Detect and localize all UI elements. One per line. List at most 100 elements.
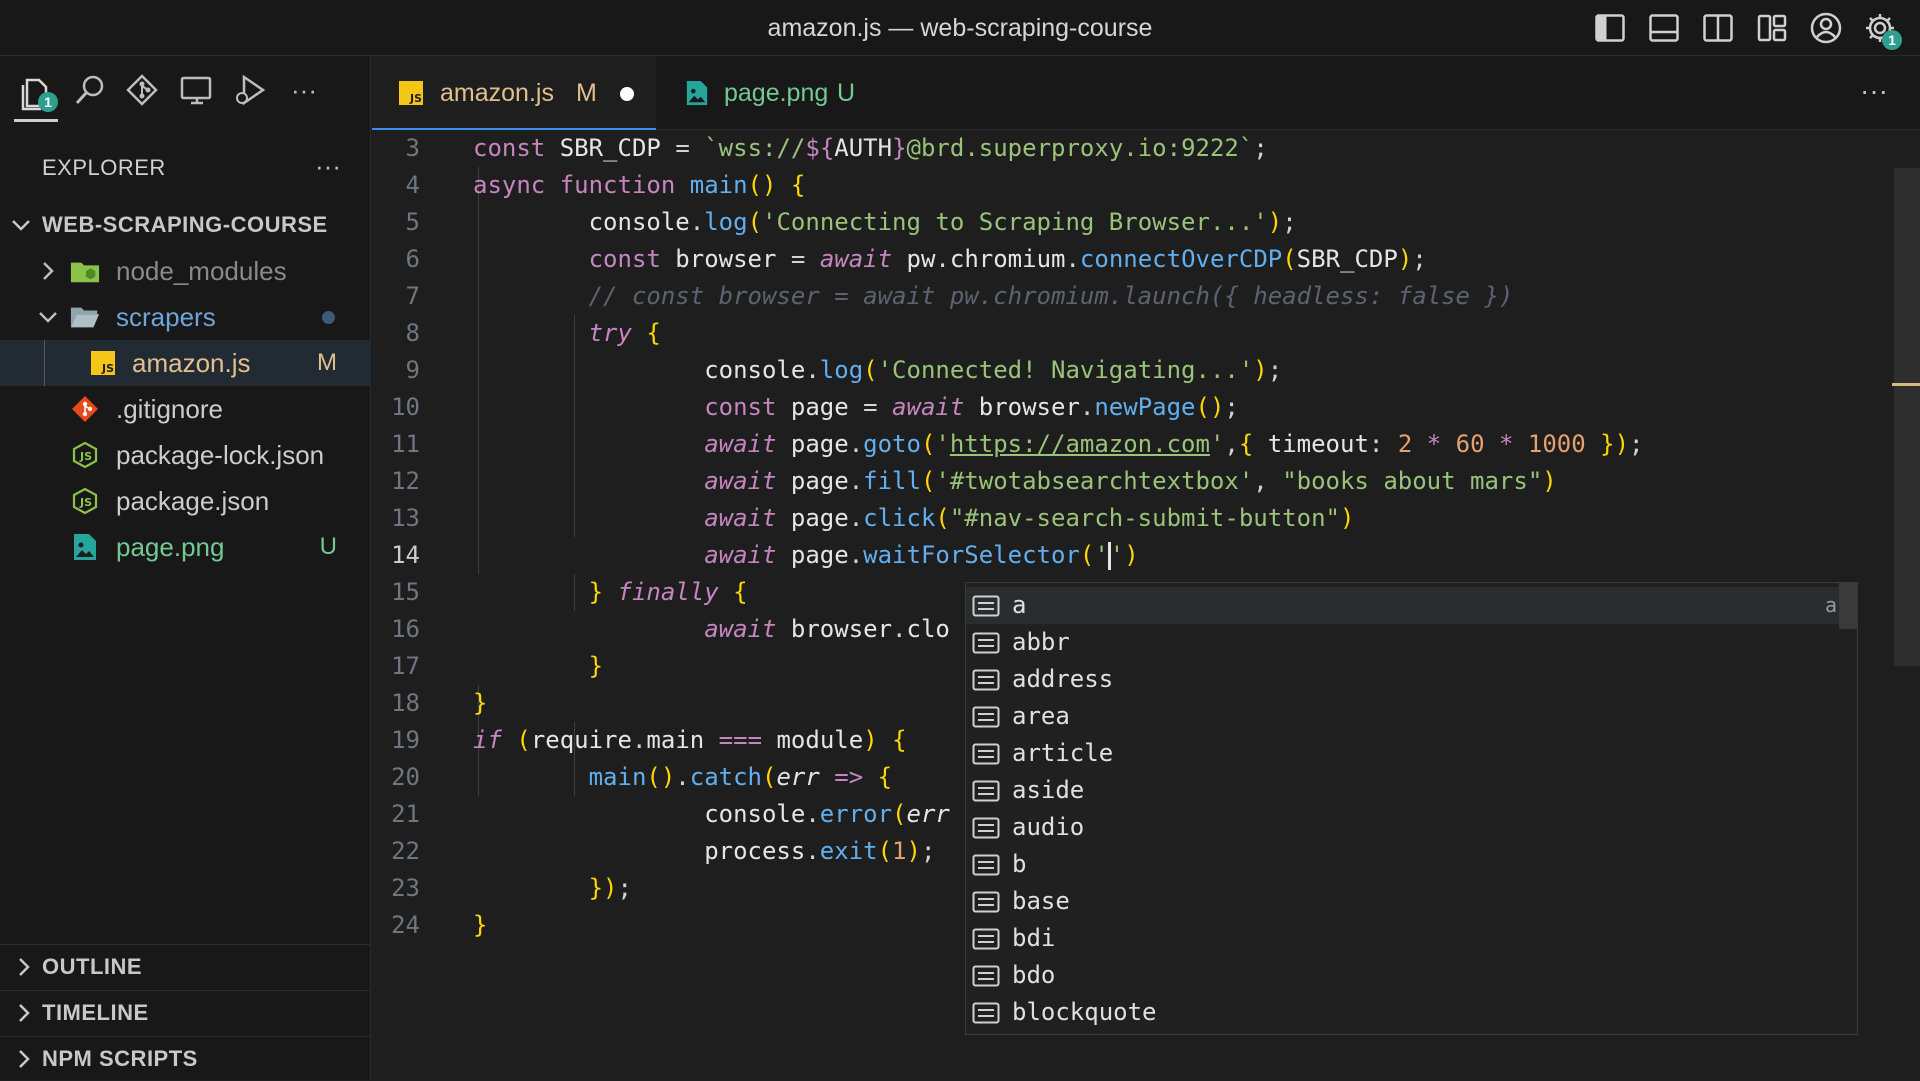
suggestion-item[interactable]: blockquote xyxy=(966,994,1857,1031)
suggestion-item[interactable]: aside xyxy=(966,772,1857,809)
chevron-right-icon xyxy=(12,955,36,979)
folder-modified-dot xyxy=(322,311,335,324)
account-icon[interactable] xyxy=(1806,8,1846,48)
run-debug-icon[interactable] xyxy=(228,68,272,112)
tree-item-label: scrapers xyxy=(116,302,216,332)
activity-more-button[interactable]: ··· xyxy=(282,68,326,112)
explorer-header: EXPLORER ··· xyxy=(0,146,371,190)
tree-item-amazon-js[interactable]: JS amazon.js M xyxy=(0,340,371,386)
code-line[interactable]: 6 const browser = await pw.chromium.conn… xyxy=(372,241,1872,278)
code-text: } xyxy=(588,652,604,680)
code-text: await browser.clo xyxy=(704,615,950,643)
workspace-root-folder[interactable]: WEB-SCRAPING-COURSE xyxy=(0,202,371,248)
unsaved-dot-icon[interactable] xyxy=(620,87,634,101)
title-bar: amazon.js — web-scraping-course 1 xyxy=(0,0,1920,56)
toggle-panel-icon[interactable] xyxy=(1644,8,1684,48)
code-text: }); xyxy=(588,874,632,902)
explorer-badge: 1 xyxy=(38,92,58,112)
tree-item-page-png[interactable]: page.png U xyxy=(0,524,371,570)
property-snippet-icon xyxy=(972,891,1000,913)
suggestion-label: a xyxy=(1012,591,1027,619)
manage-gear-icon[interactable]: 1 xyxy=(1860,8,1902,50)
suggestion-item[interactable]: article xyxy=(966,735,1857,772)
remote-explorer-icon[interactable] xyxy=(174,68,218,112)
suggestion-label: base xyxy=(1012,887,1070,915)
tab-git-status: M xyxy=(576,79,597,107)
explorer-icon[interactable]: 1 xyxy=(14,68,58,122)
outline-section[interactable]: OUTLINE xyxy=(0,944,371,988)
javascript-file-icon: JS xyxy=(88,349,118,377)
tree-item-label: page.png xyxy=(116,532,225,562)
code-line[interactable]: 7 // const browser = await pw.chromium.l… xyxy=(372,278,1872,315)
tab-label: page.png xyxy=(724,79,829,107)
search-icon[interactable] xyxy=(68,68,112,112)
code-text: main().catch(err => { xyxy=(588,763,893,791)
suggestion-label: area xyxy=(1012,702,1070,730)
suggestion-item[interactable]: address xyxy=(966,661,1857,698)
svg-text:JS: JS xyxy=(409,92,422,105)
title-bar-actions: 1 xyxy=(1590,8,1902,50)
npm-scripts-section[interactable]: NPM SCRIPTS xyxy=(0,1036,371,1080)
suggestion-item[interactable]: aa xyxy=(966,587,1857,624)
tree-item-label: node_modules xyxy=(116,256,287,286)
code-line[interactable]: 9 console.log('Connected! Navigating...'… xyxy=(372,352,1872,389)
editor-tab-bar: JS amazon.js M page.png U ··· xyxy=(372,56,1920,130)
line-number: 18 xyxy=(391,689,420,717)
editor-scrollbar-thumb[interactable] xyxy=(1894,168,1920,666)
code-line[interactable]: 12 await page.fill('#twotabsearchtextbox… xyxy=(372,463,1872,500)
chevron-down-icon xyxy=(9,202,33,248)
svg-text:JS: JS xyxy=(101,362,114,375)
code-line[interactable]: 10 const page = await browser.newPage(); xyxy=(372,389,1872,426)
suggestion-item[interactable]: b xyxy=(966,846,1857,883)
tab-more-actions-button[interactable]: ··· xyxy=(1860,56,1888,126)
suggestion-label: abbr xyxy=(1012,628,1070,656)
toggle-primary-sidebar-icon[interactable] xyxy=(1590,8,1630,48)
line-number: 13 xyxy=(391,504,420,532)
toggle-secondary-sidebar-icon[interactable] xyxy=(1698,8,1738,48)
property-snippet-icon xyxy=(972,669,1000,691)
tree-item-package-lock-json[interactable]: JS package-lock.json xyxy=(0,432,371,478)
suggestion-item[interactable]: bdo xyxy=(966,957,1857,994)
suggestion-item[interactable]: audio xyxy=(966,809,1857,846)
line-number: 4 xyxy=(405,171,420,199)
suggestion-scrollbar[interactable] xyxy=(1839,583,1857,629)
code-line[interactable]: 5 console.log('Connecting to Scraping Br… xyxy=(372,204,1872,241)
code-line[interactable]: 13 await page.click("#nav-search-submit-… xyxy=(372,500,1872,537)
nodejs-file-icon: JS xyxy=(70,487,100,515)
code-text: await page.click("#nav-search-submit-but… xyxy=(704,504,1355,532)
tree-item-gitignore[interactable]: .gitignore xyxy=(0,386,371,432)
suggestion-item[interactable]: base xyxy=(966,883,1857,920)
property-snippet-icon xyxy=(972,632,1000,654)
git-status-badge: U xyxy=(319,533,337,560)
suggestion-item[interactable]: bdi xyxy=(966,920,1857,957)
code-text: } xyxy=(473,689,488,717)
suggestion-label: article xyxy=(1012,739,1114,767)
image-file-icon xyxy=(70,533,100,561)
property-snippet-icon xyxy=(972,743,1000,765)
tab-page-png[interactable]: page.png U xyxy=(656,56,896,130)
npm-scripts-label: NPM SCRIPTS xyxy=(42,1046,198,1071)
tab-amazon-js[interactable]: JS amazon.js M xyxy=(372,56,656,130)
code-line[interactable]: 8 try { xyxy=(372,315,1872,352)
source-control-icon[interactable] xyxy=(120,68,164,112)
code-line[interactable]: 11 await page.goto('https://amazon.com',… xyxy=(372,426,1872,463)
explorer-more-button[interactable]: ··· xyxy=(315,146,341,186)
code-line[interactable]: 4 async function main() { xyxy=(372,167,1872,204)
suggestion-item[interactable]: abbr xyxy=(966,624,1857,661)
property-snippet-icon xyxy=(972,595,1000,617)
suggestion-label: address xyxy=(1012,665,1114,693)
suggestion-detail: a xyxy=(1824,593,1837,617)
code-line[interactable]: 14 await page.waitForSelector('') xyxy=(372,537,1872,574)
tree-item-scrapers[interactable]: scrapers xyxy=(0,294,371,340)
code-line[interactable]: 3 const SBR_CDP = `wss://${AUTH}@brd.supe… xyxy=(372,130,1872,167)
tree-item-package-json[interactable]: JS package.json xyxy=(0,478,371,524)
suggestion-item[interactable]: area xyxy=(966,698,1857,735)
line-number: 9 xyxy=(405,356,420,384)
tree-item-node-modules[interactable]: node_modules xyxy=(0,248,371,294)
customize-layout-icon[interactable] xyxy=(1752,8,1792,48)
line-number: 21 xyxy=(391,800,420,828)
line-number: 6 xyxy=(405,245,420,273)
timeline-section[interactable]: TIMELINE xyxy=(0,990,371,1034)
property-snippet-icon xyxy=(972,780,1000,802)
line-number: 3 xyxy=(405,134,420,162)
